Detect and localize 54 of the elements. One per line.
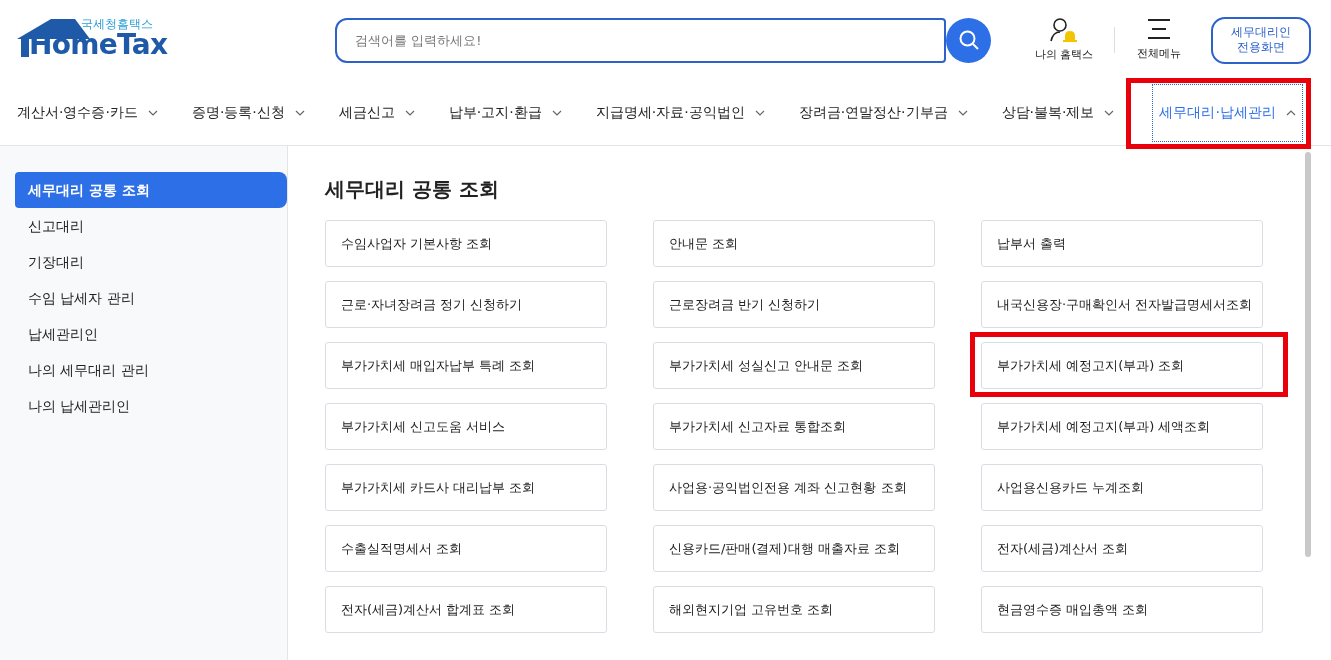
nav-tab[interactable]: 세금신고 — [336, 96, 417, 129]
section-title: 세무대리 공통 조회 — [325, 176, 500, 203]
search-icon — [957, 29, 980, 51]
menu-card[interactable]: 신용카드/판매(결제)대행 매출자료 조회 — [653, 525, 935, 572]
sidebar-item[interactable]: 신고대리 — [15, 208, 287, 244]
menu-card[interactable]: 부가가치세 신고자료 통합조회 — [653, 403, 935, 450]
menu-card[interactable]: 내국신용장·구매확인서 전자발급명세서조회 — [981, 281, 1263, 328]
menu-card[interactable]: 근로·자녀장려금 정기 신청하기 — [325, 281, 607, 328]
nav-tab[interactable]: 상담·불복·제보 — [999, 96, 1117, 129]
chevron-down-icon — [754, 109, 765, 116]
user-bell-icon — [1049, 16, 1079, 43]
menu-card[interactable]: 사업용신용카드 누계조회 — [981, 464, 1263, 511]
menu-card[interactable]: 부가가치세 예정고지(부과) 세액조회 — [981, 403, 1263, 450]
chevron-down-icon — [147, 109, 158, 116]
agent-screen-button[interactable]: 세무대리인 전용화면 — [1211, 16, 1311, 64]
chevron-down-icon — [551, 109, 562, 116]
menu-card[interactable]: 사업용·공익법인전용 계좌 신고현황 조회 — [653, 464, 935, 511]
nav-tab[interactable]: 세무대리·납세관리 — [1152, 83, 1303, 142]
search-button[interactable] — [946, 17, 991, 63]
menu-card[interactable]: 부가가치세 성실신고 안내문 조회 — [653, 342, 935, 389]
menu-icon — [1147, 17, 1171, 40]
menu-card[interactable]: 안내문 조회 — [653, 220, 935, 267]
chevron-up-icon — [1285, 109, 1296, 116]
menu-card[interactable]: 수임사업자 기본사항 조회 — [325, 220, 607, 267]
search-field[interactable]: 검색어를 입력하세요! — [335, 17, 946, 63]
sidebar-item[interactable]: 세무대리 공통 조회 — [15, 172, 287, 208]
sidebar-item[interactable]: 나의 납세관리인 — [15, 388, 287, 424]
all-menu-button[interactable]: 전체메뉴 — [1129, 17, 1189, 63]
sidebar-item[interactable]: 나의 세무대리 관리 — [15, 352, 287, 388]
menu-card[interactable]: 납부서 출력 — [981, 220, 1263, 267]
menu-card[interactable]: 근로장려금 반기 신청하기 — [653, 281, 935, 328]
nav-tab[interactable]: 장려금·연말정산·기부금 — [796, 96, 970, 129]
nav-tab[interactable]: 납부·고지·환급 — [446, 96, 564, 129]
my-hometax-button[interactable]: 나의 홈택스 — [1028, 16, 1100, 64]
sidebar-item[interactable]: 기장대리 — [15, 244, 287, 280]
menu-card[interactable]: 수출실적명세서 조회 — [325, 525, 607, 572]
nav-tab[interactable]: 지급명세·자료·공익법인 — [593, 96, 767, 129]
nav-tab[interactable]: 증명·등록·신청 — [189, 96, 307, 129]
sidebar-item[interactable]: 납세관리인 — [15, 316, 287, 352]
menu-card[interactable]: 부가가치세 카드사 대리납부 조회 — [325, 464, 607, 511]
menu-card[interactable]: 현금영수증 매입총액 조회 — [981, 586, 1263, 633]
menu-card[interactable]: 부가가치세 예정고지(부과) 조회 — [981, 342, 1263, 389]
nav-tab[interactable]: 계산서·영수증·카드 — [15, 96, 160, 129]
sidebar-item[interactable]: 수임 납세자 관리 — [15, 280, 287, 316]
chevron-down-icon — [1104, 109, 1115, 116]
menu-card[interactable]: 부가가치세 매입자납부 특례 조회 — [325, 342, 607, 389]
menu-card[interactable]: 부가가치세 신고도움 서비스 — [325, 403, 607, 450]
menu-card[interactable]: 전자(세금)계산서 조회 — [981, 525, 1263, 572]
chevron-down-icon — [404, 109, 415, 116]
chevron-down-icon — [957, 109, 968, 116]
logo-caption: 국세청홈택스 — [81, 16, 153, 33]
menu-card[interactable]: 해외현지기업 고유번호 조회 — [653, 586, 935, 633]
menu-card[interactable]: 전자(세금)계산서 합계표 조회 — [325, 586, 607, 633]
chevron-down-icon — [294, 109, 305, 116]
